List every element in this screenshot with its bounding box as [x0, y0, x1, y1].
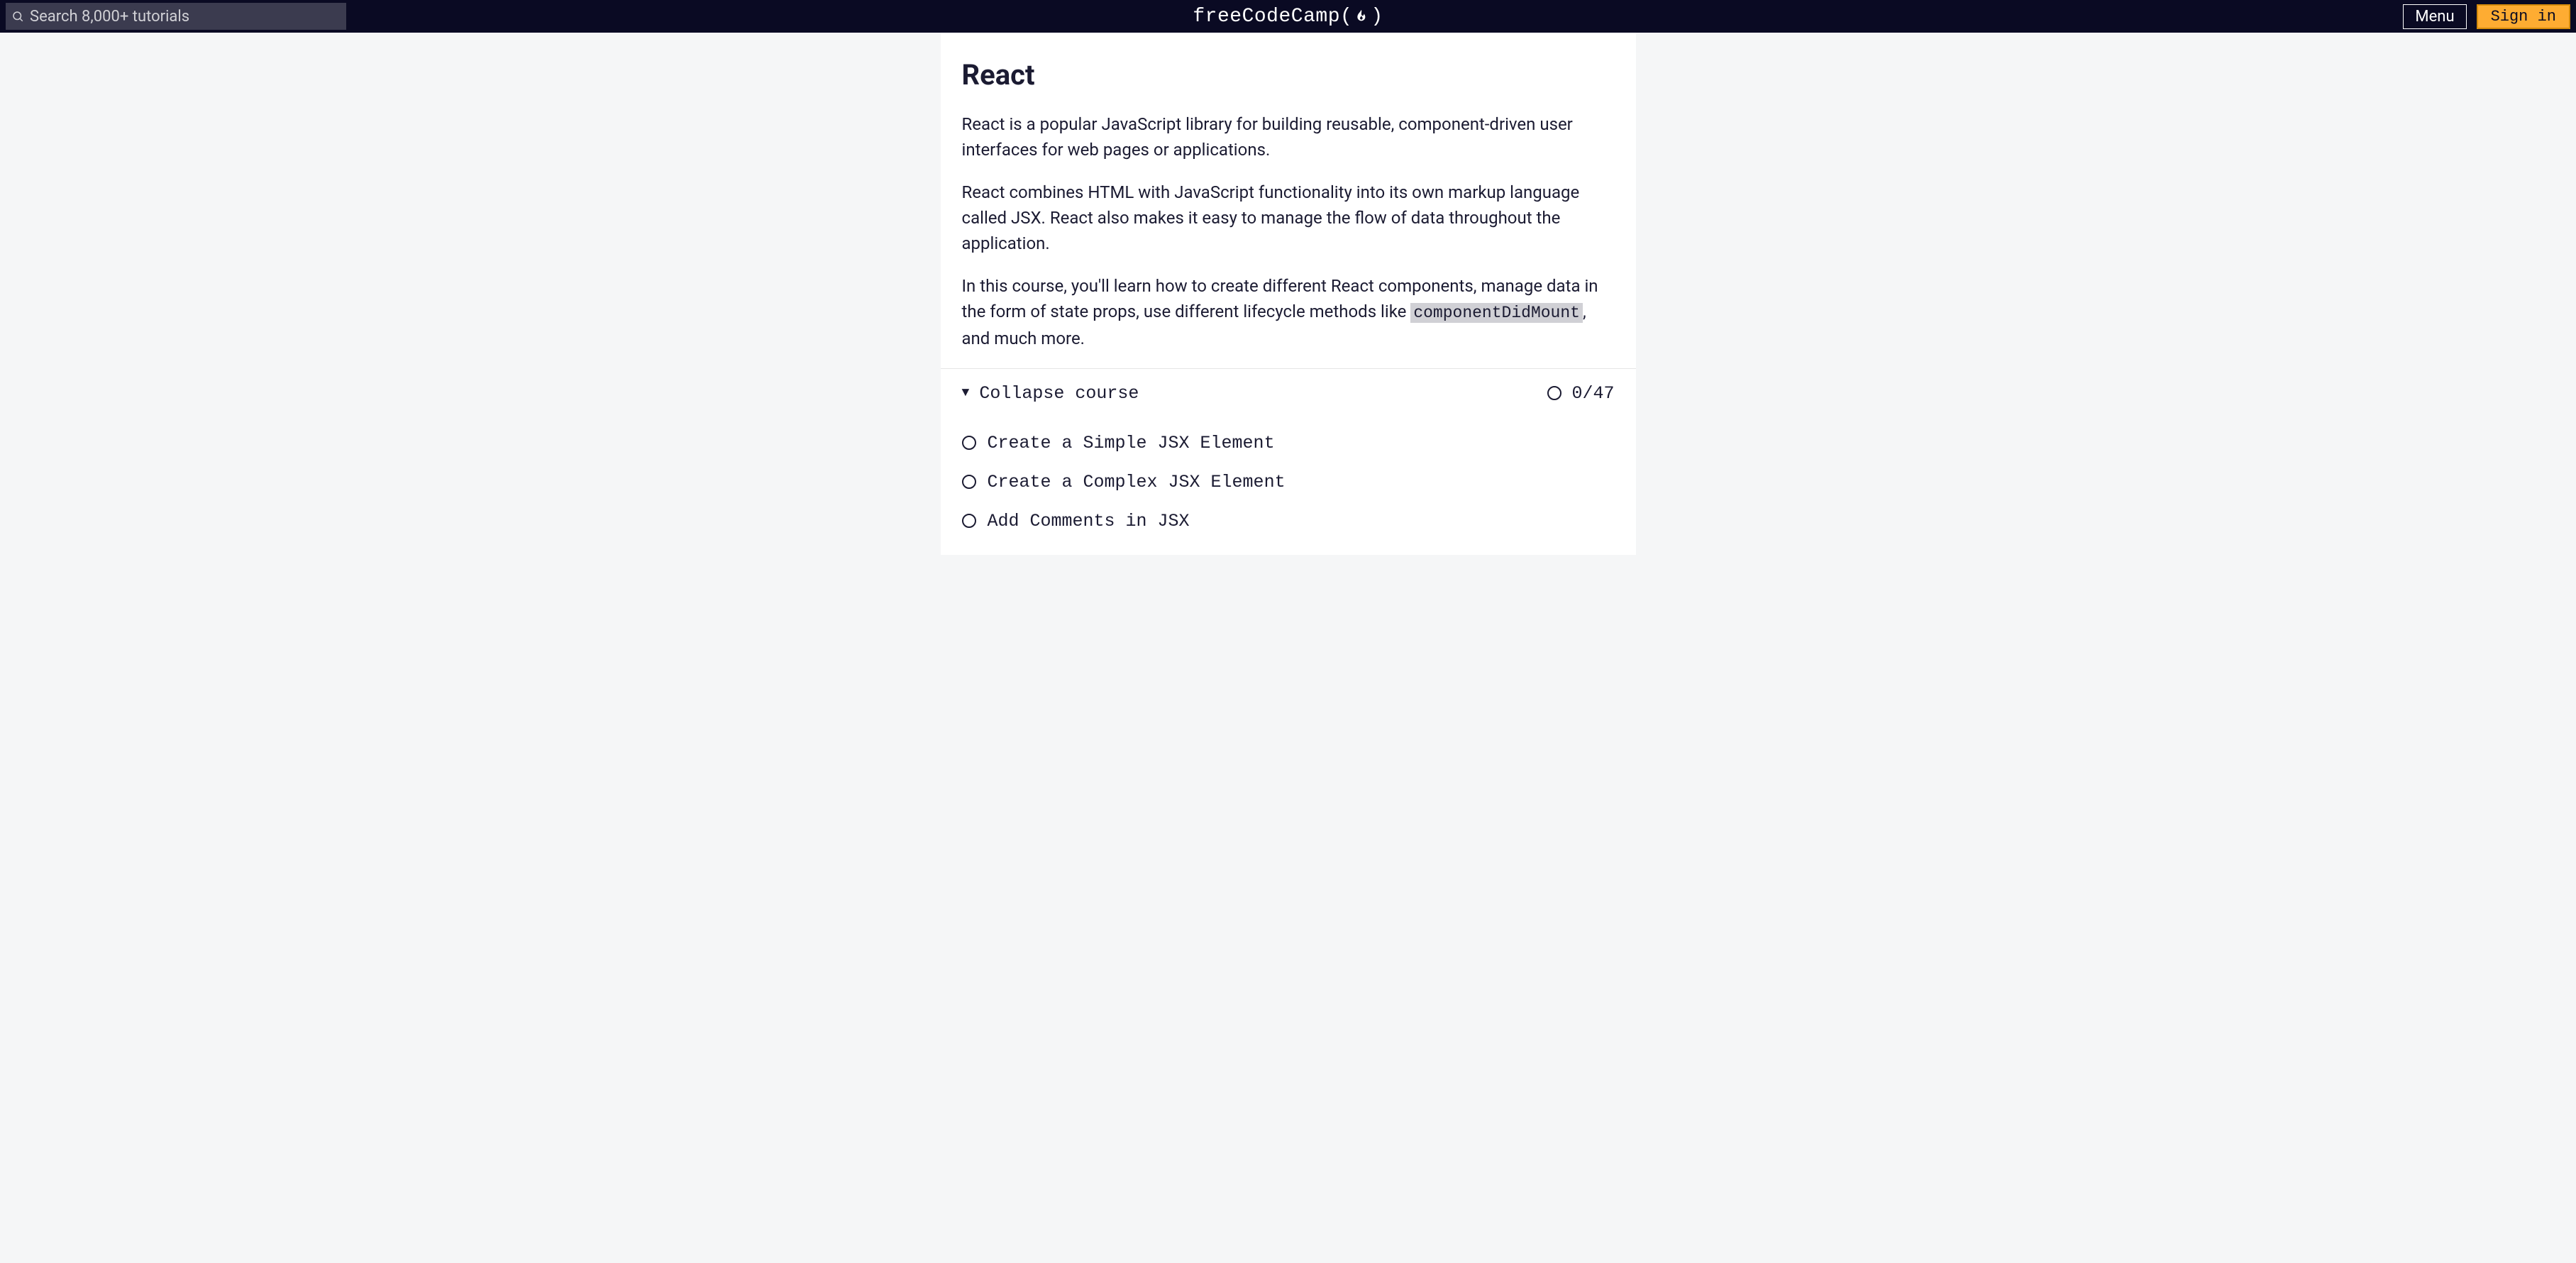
signin-button[interactable]: Sign in — [2477, 4, 2570, 29]
description: React is a popular JavaScript library fo… — [962, 111, 1615, 351]
course-section: ▼ Collapse course 0/47 Create a Simple J… — [941, 369, 1636, 555]
content-section: React React is a popular JavaScript libr… — [941, 33, 1636, 369]
progress-text: 0/47 — [1571, 383, 1614, 404]
logo[interactable]: freeCodeCamp() — [1193, 6, 1383, 28]
lesson-item[interactable]: Create a Simple JSX Element — [962, 424, 1615, 463]
top-navbar: freeCodeCamp() Menu Sign in — [0, 0, 2576, 33]
logo-text: freeCodeCamp — [1193, 6, 1340, 28]
lesson-status-icon — [962, 514, 976, 528]
description-paragraph: In this course, you'll learn how to crea… — [962, 273, 1615, 351]
progress-circle-icon — [1547, 386, 1561, 400]
caret-down-icon: ▼ — [962, 386, 970, 400]
fire-icon — [1354, 9, 1369, 24]
lesson-title: Create a Simple JSX Element — [988, 433, 1275, 453]
description-paragraph: React is a popular JavaScript library fo… — [962, 111, 1615, 162]
nav-left — [6, 3, 346, 30]
inline-code: componentDidMount — [1410, 303, 1583, 323]
description-paragraph: React combines HTML with JavaScript func… — [962, 180, 1615, 256]
course-progress: 0/47 — [1547, 383, 1614, 404]
collapse-label-wrap: ▼ Collapse course — [962, 383, 1139, 404]
lesson-list: Create a Simple JSX Element Create a Com… — [962, 424, 1615, 541]
lesson-status-icon — [962, 475, 976, 489]
page-title: React — [962, 58, 1615, 92]
search-icon — [11, 10, 24, 23]
lesson-title: Add Comments in JSX — [988, 511, 1190, 531]
logo-paren: () — [1340, 6, 1383, 28]
nav-right: Menu Sign in — [2403, 4, 2570, 29]
search-input[interactable] — [24, 8, 341, 26]
lesson-item[interactable]: Create a Complex JSX Element — [962, 463, 1615, 502]
lesson-status-icon — [962, 436, 976, 450]
collapse-toggle[interactable]: ▼ Collapse course 0/47 — [962, 383, 1615, 404]
lesson-item[interactable]: Add Comments in JSX — [962, 502, 1615, 541]
menu-button[interactable]: Menu — [2403, 4, 2466, 29]
lesson-title: Create a Complex JSX Element — [988, 472, 1286, 492]
main-container: React React is a popular JavaScript libr… — [941, 33, 1636, 555]
collapse-label: Collapse course — [979, 383, 1139, 404]
search-box[interactable] — [6, 3, 346, 30]
